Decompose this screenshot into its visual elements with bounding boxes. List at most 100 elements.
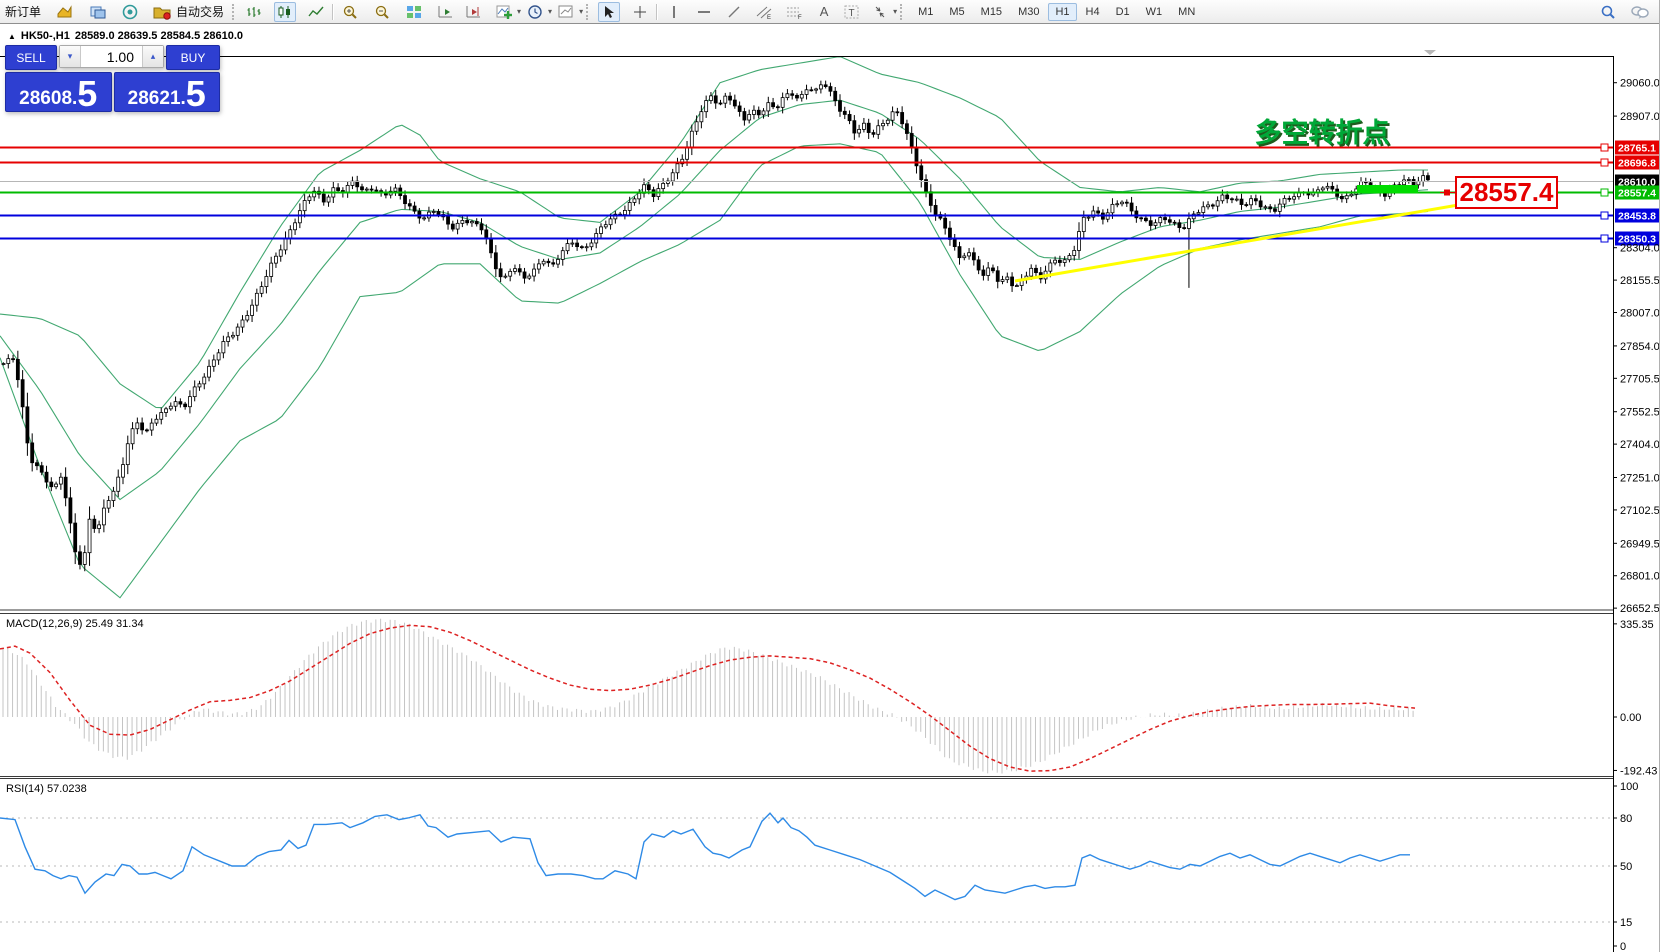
timeframe-d1[interactable]: D1 [1109,3,1137,21]
channel-tool-icon[interactable]: E [754,3,774,21]
price-axis-tick-label: 28155.5 [1620,275,1660,287]
timeframe-buttons: M1 M5 M15 M30 H1 H4 D1 W1 MN [910,2,1203,21]
timeframe-m5[interactable]: M5 [942,3,971,21]
new-chart-icon[interactable] [54,3,74,21]
chart-shift-icon[interactable] [464,3,484,21]
templates-dropdown-caret[interactable]: ▾ [579,7,583,16]
zoom-out-icon[interactable] [372,3,392,21]
chart-window-body: 28765.1 28696.8 28610.0 28557.4 28453.8 28350… [0,24,1660,952]
price-axis-tick-label: 26949.5 [1620,538,1660,550]
macd-label: MACD(12,26,9) 25.49 31.34 [6,618,144,630]
trendline-tool-icon[interactable] [724,3,744,21]
macd-axis-tick-label: 0.00 [1620,712,1641,724]
line-end-marker [1600,188,1609,197]
metatrader-window: 新订单 自动交易 ▾ ▾ ▾ E F A T ▾ M1 M5 M15 M30 H… [0,0,1660,952]
line-end-marker [1600,211,1609,220]
crosshair-tool-icon[interactable] [630,3,650,21]
sell-price-main: 28608 [19,88,73,109]
buy-price-button[interactable]: 28621. 5 [113,72,220,112]
templates-icon[interactable] [556,3,576,21]
new-order-button[interactable]: 新订单 [0,2,46,22]
price-label: 28765.1 [1618,143,1656,155]
callout-price-text: 28557.4 [1460,177,1555,207]
price-chart[interactable]: 28765.128696.828610.028557.428453.828350… [0,24,1660,952]
ohlc-values: 28589.0 28639.5 28584.5 28610.0 [74,30,244,42]
chat-icon[interactable] [1630,3,1650,21]
rsi-label: RSI(14) 57.0238 [6,783,87,795]
tile-windows-icon[interactable] [404,3,424,21]
label-tool-icon[interactable]: T [842,3,862,21]
volume-input[interactable]: 1.00 [81,46,142,67]
fibonacci-tool-icon[interactable]: F [784,3,804,21]
sell-button[interactable]: SELL [5,45,57,70]
turning-point-annotation: 多空转折点 [1255,117,1390,148]
indicators-icon[interactable] [494,3,514,21]
cursor-tool-icon[interactable] [598,1,621,22]
vertical-line-tool-icon[interactable] [664,3,684,21]
volume-decrease-button[interactable]: ▾ [60,46,81,67]
rsi-pane: RSI(14) 57.0238 100 80 50 15 0 [0,781,1638,952]
buy-button[interactable]: BUY [166,45,220,70]
periods-icon[interactable] [525,3,545,21]
autotrade-label: 自动交易 [176,5,225,19]
volume-increase-button[interactable]: ▴ [142,46,163,67]
volume-stepper[interactable]: ▾ 1.00 ▴ [59,45,164,68]
rsi-line [0,812,1410,901]
search-icon[interactable] [1598,3,1618,21]
auto-scroll-icon[interactable] [436,3,456,21]
main-toolbar: 新订单 自动交易 ▾ ▾ ▾ E F A T ▾ M1 M5 M15 M30 H… [0,0,1659,24]
horizontal-line-object[interactable]: 28765.1 [0,140,1660,155]
price-axis-tick-label: 28907.0 [1620,111,1660,123]
horizontal-line-tool-icon[interactable] [694,3,714,21]
periods-dropdown-caret[interactable]: ▾ [548,7,552,16]
chart-shift-marker-icon[interactable] [1424,50,1436,55]
price-axis-tick-label: 27705.5 [1620,373,1660,385]
autotrade-button[interactable]: 自动交易 [174,2,229,22]
macd-axis-tick-label: 335.35 [1620,619,1654,631]
price-axis-tick-label: 27102.5 [1620,505,1660,517]
price-axis-tick-label: 27251.0 [1620,473,1660,485]
timeframe-h4[interactable]: H4 [1079,3,1107,21]
rsi-axis-tick-label: 15 [1620,917,1632,929]
candle-chart-mode-icon[interactable] [274,1,297,22]
rsi-axis-tick-label: 100 [1620,781,1638,793]
arrows-tool-icon[interactable] [870,3,890,21]
price-label: 28696.8 [1618,158,1656,170]
one-click-trading-panel: SELL ▾ 1.00 ▴ BUY 28608. 5 28621. 5 [5,45,220,114]
price-axis-tick-label: 26801.0 [1620,571,1660,583]
horizontal-line-object[interactable]: 28453.8 [0,208,1660,223]
symbol-period-label: HK50-,H1 [20,30,70,42]
arrows-dropdown-caret[interactable]: ▾ [893,7,897,16]
indicators-dropdown-caret[interactable]: ▾ [517,7,521,16]
timeframe-w1[interactable]: W1 [1139,3,1170,21]
timeframe-h1[interactable]: H1 [1048,2,1077,21]
profiles-icon[interactable] [88,3,108,21]
rsi-axis-tick-label: 80 [1620,813,1632,825]
bollinger-middle-band [0,99,1429,501]
line-end-marker [1600,158,1609,167]
toolbar-drag-handle [232,3,237,20]
timeframe-m30[interactable]: M30 [1011,3,1046,21]
horizontal-line-object[interactable]: 28350.3 [0,231,1660,246]
timeframe-m1[interactable]: M1 [911,3,940,21]
sell-price-button[interactable]: 28608. 5 [5,72,112,112]
timeframe-mn[interactable]: MN [1171,3,1202,21]
horizontal-line-object[interactable]: 28696.8 [0,155,1660,170]
price-label: 28557.4 [1618,188,1656,200]
line-chart-mode-icon[interactable] [306,3,326,21]
price-callout-box[interactable]: 28557.4 [1440,176,1558,209]
timeframe-m15[interactable]: M15 [974,3,1009,21]
sell-price-frac: 5 [77,73,98,115]
price-axis-tick-label: 27404.0 [1620,439,1660,451]
rsi-axis-tick-label: 0 [1620,941,1626,952]
chart-title: ▲ HK50-,H1 28589.0 28639.5 28584.5 28610… [8,30,243,42]
text-tool-icon[interactable]: A [814,3,834,21]
green-highlight-rectangle[interactable] [1357,185,1418,193]
zoom-in-icon[interactable] [340,3,360,21]
alerts-icon[interactable] [120,3,140,21]
price-axis-tick-label: 28304.0 [1620,243,1660,255]
autotrade-icon[interactable] [152,3,172,21]
bar-chart-mode-icon[interactable] [244,3,264,21]
one-click-toggle-icon[interactable]: ▲ [8,32,16,41]
macd-pane: MACD(12,26,9) 25.49 31.34 335.35 0.00 -192.… [0,618,1657,777]
